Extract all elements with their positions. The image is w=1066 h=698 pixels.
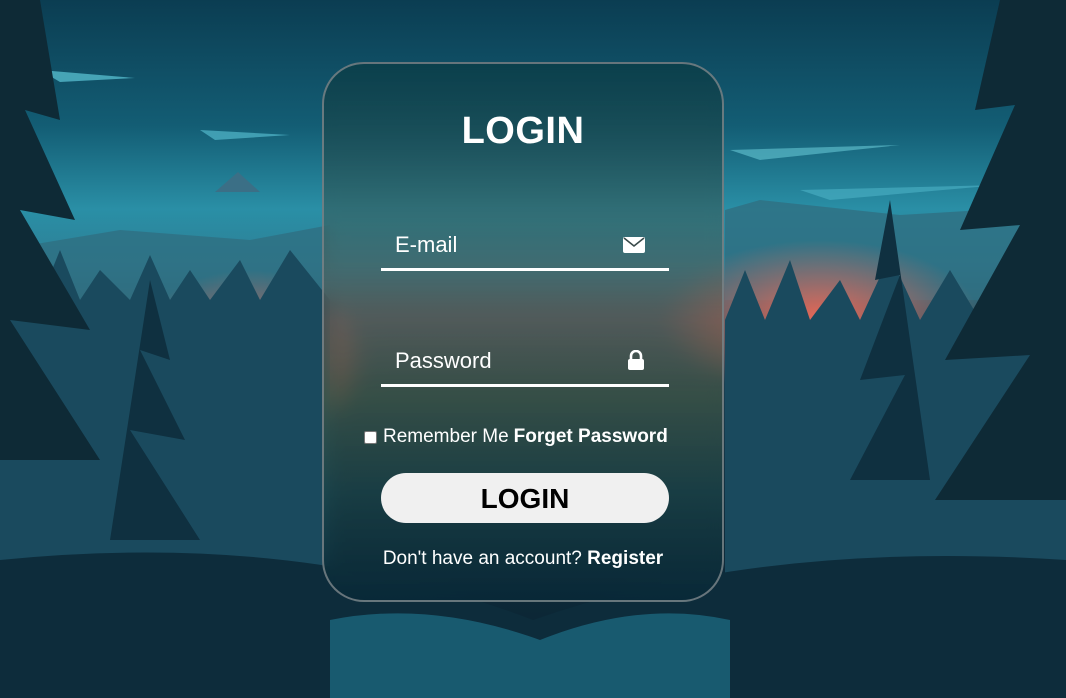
login-card: LOGIN Remember Me Forget Password LOGIN … (322, 62, 724, 602)
email-input[interactable] (393, 228, 617, 262)
lock-icon (628, 350, 644, 370)
password-input[interactable] (393, 344, 617, 378)
email-field-wrapper (381, 222, 669, 271)
remember-me-checkbox[interactable] (364, 430, 377, 444)
password-field-wrapper (381, 338, 669, 387)
remember-me-label[interactable]: Remember Me (383, 426, 509, 448)
envelope-icon (623, 237, 645, 253)
register-prompt: Don't have an account? (382, 548, 582, 569)
forest-background: LOGIN Remember Me Forget Password LOGIN … (0, 0, 1066, 698)
register-link[interactable]: Register (587, 548, 663, 569)
remember-row: Remember Me Forget Password (364, 426, 668, 448)
register-row: Don't have an account? Register (324, 548, 722, 570)
login-button[interactable]: LOGIN (381, 473, 669, 523)
login-title: LOGIN (461, 110, 585, 152)
forget-password-link[interactable]: Forget Password (514, 426, 668, 448)
